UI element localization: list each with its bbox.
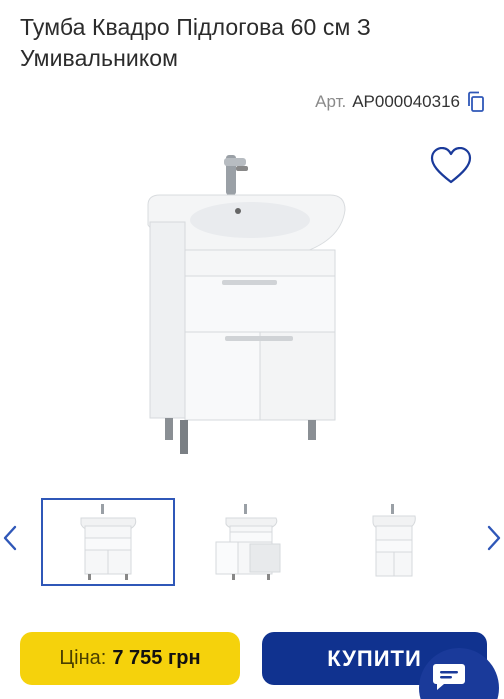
- thumbnail-image: [215, 504, 281, 580]
- price-box: Ціна: 7 755 грн: [20, 632, 240, 685]
- copy-icon[interactable]: [466, 91, 486, 113]
- article-row: Арт. AP000040316: [315, 91, 486, 113]
- product-title: Тумба Квадро Підлогова 60 см З Умивальни…: [20, 14, 371, 71]
- thumbnail-1[interactable]: [41, 498, 175, 586]
- chat-icon: [433, 664, 465, 690]
- thumbnail-2[interactable]: [184, 498, 318, 586]
- thumbnail-image: [372, 504, 416, 577]
- article-label: Арт.: [315, 92, 347, 111]
- price-value: 7 755 грн: [112, 647, 201, 669]
- thumbnail-image: [80, 504, 137, 580]
- chevron-right-icon[interactable]: [486, 524, 502, 552]
- thumbnail-3[interactable]: [327, 498, 461, 586]
- price-label: Ціна:: [59, 647, 107, 669]
- heart-icon[interactable]: [430, 147, 472, 185]
- article-value: AP000040316: [352, 92, 460, 111]
- product-main-image[interactable]: [140, 150, 350, 460]
- chevron-left-icon[interactable]: [2, 524, 18, 552]
- thumbnail-strip: [0, 498, 504, 586]
